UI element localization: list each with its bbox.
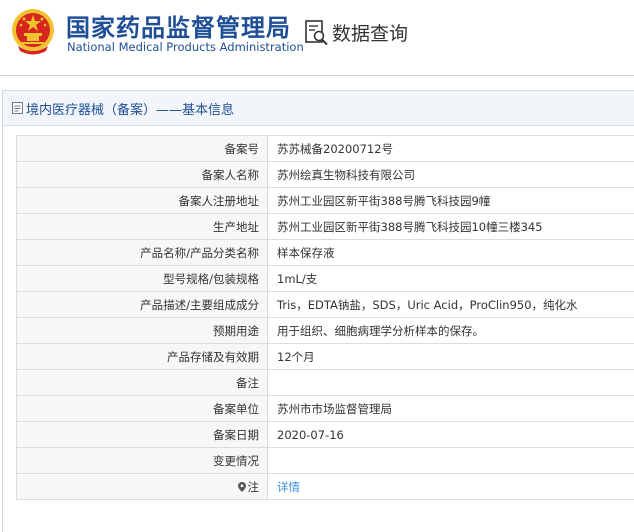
note-value-cell: 详情 [268,474,634,500]
table-row: 备案号 苏苏械备20200712号 [17,136,634,162]
national-emblem-icon [10,6,56,56]
row-label: 备案单位 [17,396,268,422]
table-row: 注 详情 [17,474,634,500]
row-value: 12个月 [268,344,634,370]
row-value: 苏州工业园区新平街388号腾飞科技园9幢 [268,188,634,214]
note-label-cell: 注 [17,474,268,500]
row-label: 备案人注册地址 [17,188,268,214]
agency-name-en: National Medical Products Administration [67,40,304,54]
table-row: 产品名称/产品分类名称 样本保存液 [17,240,634,266]
data-query-icon [305,20,329,46]
table-row: 型号规格/包装规格 1mL/支 [17,266,634,292]
row-label: 型号规格/包装规格 [17,266,268,292]
table-row: 预期用途 用于组织、细胞病理学分析样本的保存。 [17,318,634,344]
agency-name-cn: 国家药品监督管理局 [66,8,291,43]
table-row: 备案日期 2020-07-16 [17,422,634,448]
table-row: 备案人注册地址 苏州工业园区新平街388号腾飞科技园9幢 [17,188,634,214]
row-label: 备案人名称 [17,162,268,188]
detail-panel: 境内医疗器械（备案）——基本信息 备案号 苏苏械备20200712号 备案人名称… [2,90,634,532]
data-query-title: 数据查询 [332,19,408,46]
table-row: 备案人名称 苏州绘真生物科技有限公司 [17,162,634,188]
row-label: 产品描述/主要组成成分 [17,292,268,318]
details-link[interactable]: 详情 [277,480,300,494]
row-value: 样本保存液 [268,240,634,266]
panel-header: 境内医疗器械（备案）——基本信息 [3,91,634,126]
row-label: 备注 [17,370,268,396]
table-row: 变更情况 [17,448,634,474]
table-row: 备案单位 苏州市市场监督管理局 [17,396,634,422]
row-value: 2020-07-16 [268,422,634,448]
table-row: 备注 [17,370,634,396]
row-label: 产品存储及有效期 [17,344,268,370]
panel-title: 境内医疗器械（备案）——基本信息 [26,99,234,118]
table-row: 生产地址 苏州工业园区新平街388号腾飞科技园10幢三楼345 [17,214,634,240]
row-value [268,448,634,474]
row-label: 备案号 [17,136,268,162]
row-label: 备案日期 [17,422,268,448]
info-table: 备案号 苏苏械备20200712号 备案人名称 苏州绘真生物科技有限公司 备案人… [16,135,634,500]
row-value: 1mL/支 [268,266,634,292]
row-label: 预期用途 [17,318,268,344]
row-value: 苏州绘真生物科技有限公司 [268,162,634,188]
row-value: Tris，EDTA钠盐，SDS，Uric Acid，ProClin950，纯化水 [268,292,634,318]
row-label: 生产地址 [17,214,268,240]
row-value: 苏州市市场监督管理局 [268,396,634,422]
header-divider [0,75,634,76]
document-icon [12,102,23,114]
row-label: 产品名称/产品分类名称 [17,240,268,266]
table-row: 产品描述/主要组成成分 Tris，EDTA钠盐，SDS，Uric Acid，Pr… [17,292,634,318]
location-pin-icon [238,482,246,492]
row-value [268,370,634,396]
row-value: 用于组织、细胞病理学分析样本的保存。 [268,318,634,344]
site-header: 国家药品监督管理局 National Medical Products Admi… [0,0,634,70]
row-label: 变更情况 [17,448,268,474]
row-value: 苏苏械备20200712号 [268,136,634,162]
note-label: 注 [248,480,260,494]
row-value: 苏州工业园区新平街388号腾飞科技园10幢三楼345 [268,214,634,240]
table-row: 产品存储及有效期 12个月 [17,344,634,370]
